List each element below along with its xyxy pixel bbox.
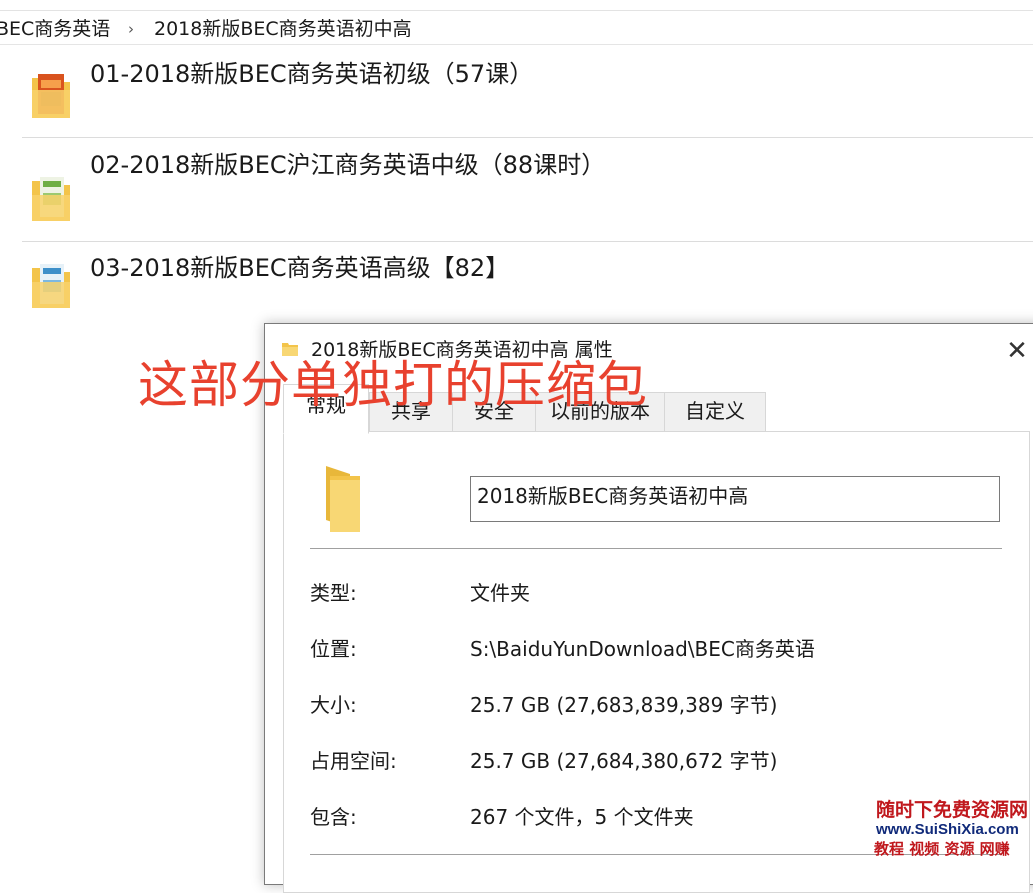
breadcrumb-current[interactable]: 2018新版BEC商务英语初中高 [154, 14, 412, 44]
property-label: 类型: [310, 581, 357, 605]
breadcrumb-chevron-icon[interactable]: › [128, 14, 134, 44]
watermark-line: 随时下免费资源网 [876, 799, 1029, 821]
folder-name: 02-2018新版BEC沪江商务英语中级（88课时） [90, 151, 606, 179]
property-value: 267 个文件，5 个文件夹 [470, 805, 694, 829]
folder-book-icon [32, 74, 70, 118]
close-icon[interactable]: ✕ [1003, 338, 1031, 366]
property-label: 包含: [310, 805, 357, 829]
breadcrumb: BEC商务英语 › 2018新版BEC商务英语初中高 [0, 14, 1033, 45]
folder-book-icon [32, 264, 70, 308]
site-watermark: 随时下免费资源网 www.SuiShiXia.com 教程 视频 资源 网赚 [874, 798, 1033, 862]
property-value: 文件夹 [470, 581, 530, 605]
folder-item-advanced[interactable]: 03-2018新版BEC商务英语高级【82】 [22, 242, 1033, 328]
property-label: 占用空间: [310, 749, 397, 773]
breadcrumb-parent[interactable]: BEC商务英语 [0, 14, 110, 44]
folder-icon [326, 466, 360, 532]
red-annotation-text: 这部分单独打的压缩包 [138, 356, 648, 414]
folder-name: 01-2018新版BEC商务英语初级（57课） [90, 60, 534, 88]
row-divider [22, 137, 1033, 138]
divider [310, 548, 1002, 549]
property-label: 大小: [310, 693, 357, 717]
tab-customize[interactable]: 自定义 [664, 392, 766, 431]
folder-book-icon [32, 177, 70, 221]
watermark-line: 教程 视频 资源 网赚 [874, 840, 1010, 858]
watermark-url: www.SuiShiXia.com [876, 821, 1019, 838]
property-value: 25.7 GB (27,683,839,389 字节) [470, 693, 778, 717]
folder-item-basic[interactable]: 01-2018新版BEC商务英语初级（57课） [22, 52, 1033, 138]
property-value: 25.7 GB (27,684,380,672 字节) [470, 749, 778, 773]
property-value: S:\BaiduYunDownload\BEC商务英语 [470, 637, 815, 661]
window-top-edge [0, 0, 1033, 11]
folder-name-input[interactable]: 2018新版BEC商务英语初中高 [470, 476, 1000, 522]
property-label: 位置: [310, 637, 357, 661]
folder-name: 03-2018新版BEC商务英语高级【82】 [90, 254, 510, 282]
folder-item-intermediate[interactable]: 02-2018新版BEC沪江商务英语中级（88课时） [22, 151, 1033, 242]
